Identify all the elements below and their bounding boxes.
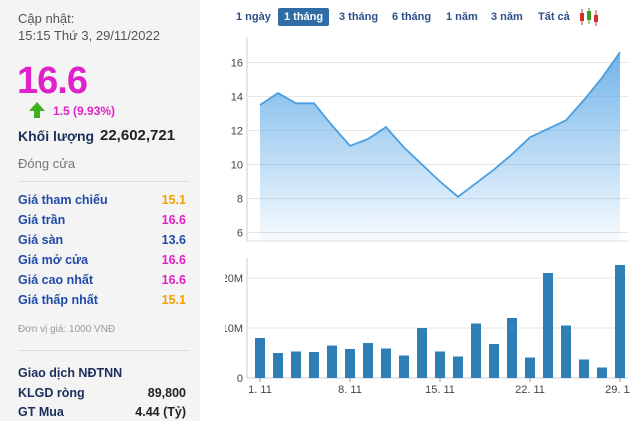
volume-bar (597, 367, 607, 378)
volume-bar (381, 348, 391, 378)
volume-x-tick: 22. 11 (515, 384, 545, 396)
price-change: 1.5 (9.93%) (53, 104, 116, 118)
foreign-buy-value: 4.44 (Tỷ) (135, 405, 186, 419)
candlestick-icon[interactable] (578, 7, 600, 27)
volume-y-tick: 0 (237, 373, 243, 385)
price-y-tick: 8 (237, 194, 243, 206)
volume-bar (489, 344, 499, 378)
volume-bar (543, 273, 553, 378)
market-status: Đóng cửa (18, 156, 76, 171)
volume-value: 22,602,721 (100, 127, 176, 144)
price-unit-note: Đơn vị giá: 1000 VNĐ (18, 324, 116, 335)
volume-bar (435, 351, 445, 378)
price-chart: 6 8 10 12 14 16 (231, 37, 628, 242)
foreign-net-label: KLGD ròng (18, 386, 85, 400)
volume-bar (345, 349, 355, 378)
volume-bar (525, 357, 535, 378)
foreign-trade-title: Giao dịch NĐTNN (18, 366, 123, 380)
divider (18, 350, 190, 351)
volume-bar (399, 355, 409, 378)
update-datetime: 15:15 Thứ 3, 29/11/2022 (18, 28, 160, 43)
stat-value-floor: 13.6 (161, 233, 186, 247)
tab-1-day[interactable]: 1 ngày (230, 8, 277, 26)
volume-bar (507, 318, 517, 378)
volume-chart: 0 10M 20M 1. 11 8. 11 15. 11 22. 11 29. 11 (225, 258, 630, 396)
stat-value-high: 16.6 (161, 273, 186, 287)
volume-bar (453, 356, 463, 378)
tab-all[interactable]: Tất cả (532, 8, 576, 26)
volume-bar (273, 353, 283, 378)
tab-3-months[interactable]: 3 tháng (333, 8, 384, 26)
update-label: Cập nhật: (18, 11, 75, 26)
price-y-tick: 16 (231, 58, 243, 70)
stat-label-reference: Giá tham chiếu (18, 193, 108, 207)
volume-bar (561, 325, 571, 378)
volume-bar (255, 338, 265, 378)
stat-value-ceiling: 16.6 (161, 213, 186, 227)
volume-bar (417, 328, 427, 378)
stat-value-low: 15.1 (161, 293, 186, 307)
volume-x-tick: 1. 11 (248, 384, 272, 396)
volume-bar (291, 351, 301, 378)
stock-info-panel: Cập nhật: 15:15 Thứ 3, 29/11/2022 16.6 1… (0, 0, 200, 421)
price-volume-chart: 6 8 10 12 14 16 0 10M 20M 1. 11 8. 11 15. 11 22. 11… (225, 37, 630, 396)
volume-bar (309, 352, 319, 378)
stat-label-open: Giá mở cửa (18, 253, 89, 267)
volume-bar (615, 265, 625, 378)
volume-bar (327, 345, 337, 378)
tab-1-month[interactable]: 1 tháng (278, 8, 330, 26)
volume-x-tick: 8. 11 (338, 384, 362, 396)
stat-label-high: Giá cao nhất (18, 273, 94, 287)
stat-label-ceiling: Giá trần (18, 213, 66, 227)
price-area (260, 52, 620, 241)
tab-3-years[interactable]: 3 năm (485, 8, 529, 26)
volume-label: Khối lượng (18, 128, 95, 144)
volume-y-tick: 10M (225, 323, 243, 335)
stat-value-open: 16.6 (161, 253, 186, 267)
foreign-buy-label: GT Mua (18, 405, 64, 419)
tab-1-year[interactable]: 1 năm (440, 8, 484, 26)
volume-y-tick: 20M (225, 273, 243, 285)
foreign-net-value: 89,800 (147, 386, 186, 400)
volume-bar (579, 359, 589, 378)
volume-bar (471, 323, 481, 378)
period-tabs: 1 ngày 1 tháng 3 tháng 6 tháng 1 năm 3 n… (230, 6, 630, 28)
stat-label-floor: Giá sàn (18, 233, 64, 247)
price-y-tick: 6 (237, 228, 243, 240)
arrow-up-icon (29, 102, 45, 118)
price-y-tick: 12 (231, 126, 243, 138)
volume-bar (363, 343, 373, 378)
volume-x-tick: 15. 11 (425, 384, 455, 396)
divider (18, 181, 190, 182)
price-y-tick: 14 (231, 92, 243, 104)
price-y-tick: 10 (231, 160, 243, 172)
current-price: 16.6 (17, 60, 88, 102)
stat-value-reference: 15.1 (161, 193, 186, 207)
volume-x-tick: 29. 11 (605, 384, 630, 396)
stat-label-low: Giá thấp nhất (18, 293, 98, 307)
tab-6-months[interactable]: 6 tháng (386, 8, 437, 26)
